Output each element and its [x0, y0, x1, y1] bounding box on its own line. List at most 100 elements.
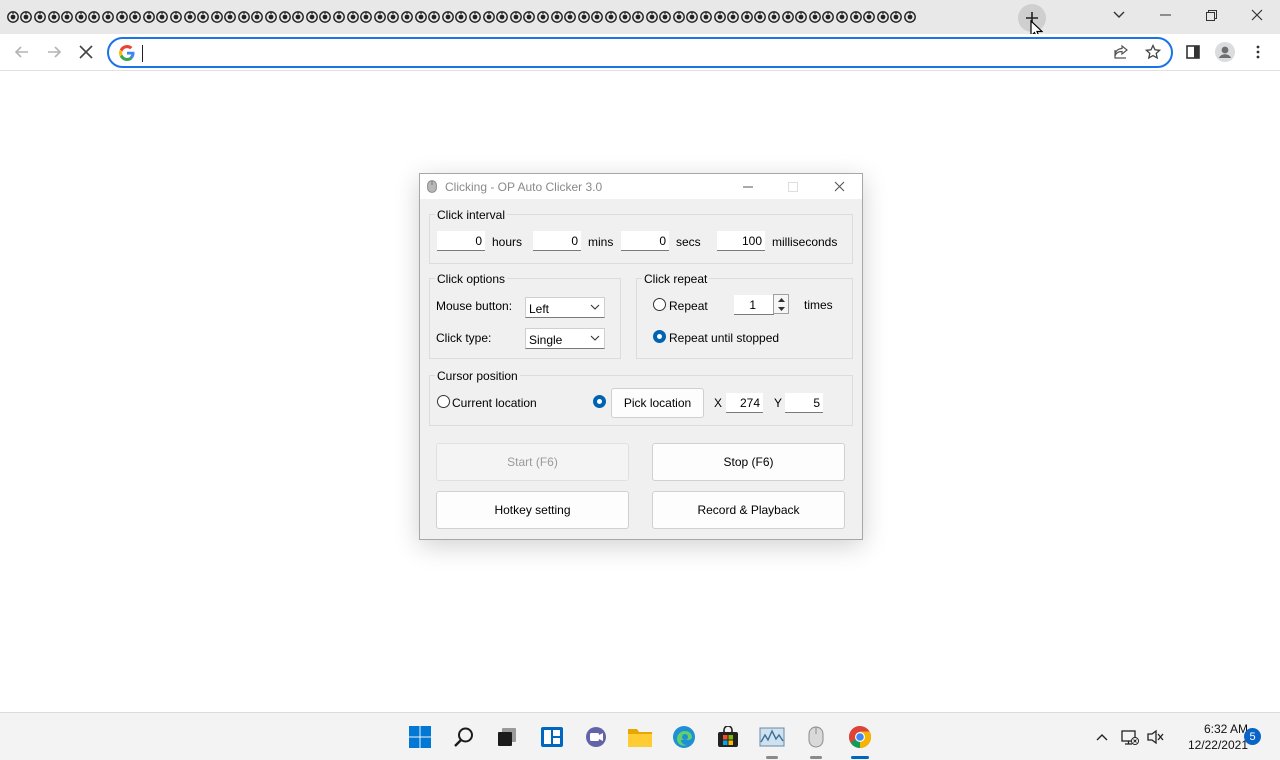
share-button[interactable]: [1113, 44, 1131, 62]
start-button[interactable]: Start (F6): [436, 443, 629, 481]
browser-tab[interactable]: [781, 8, 795, 26]
browser-tab[interactable]: [563, 8, 577, 26]
minimize-button[interactable]: [1142, 0, 1188, 30]
browser-tab[interactable]: [74, 8, 88, 26]
browser-tab[interactable]: [740, 8, 754, 26]
close-button[interactable]: [1234, 0, 1280, 30]
secs-input[interactable]: [621, 231, 669, 251]
resource-monitor-button[interactable]: [758, 723, 786, 751]
forward-button[interactable]: [42, 40, 66, 64]
browser-tab[interactable]: [414, 8, 428, 26]
repeat-count-spinner[interactable]: [773, 294, 789, 314]
browser-tab[interactable]: [291, 8, 305, 26]
browser-tab[interactable]: [767, 8, 781, 26]
task-view-button[interactable]: [493, 723, 521, 751]
repeat-until-stopped-radio[interactable]: [653, 330, 666, 343]
browser-tab[interactable]: [876, 8, 890, 26]
edge-button[interactable]: [670, 723, 698, 751]
browser-tab[interactable]: [754, 8, 768, 26]
browser-tab[interactable]: [319, 8, 333, 26]
mins-input[interactable]: [533, 231, 581, 251]
browser-tab[interactable]: [835, 8, 849, 26]
browser-tab[interactable]: [156, 8, 170, 26]
browser-tab[interactable]: [699, 8, 713, 26]
browser-tab[interactable]: [115, 8, 129, 26]
file-explorer-button[interactable]: [626, 723, 654, 751]
pick-location-button[interactable]: Pick location: [611, 388, 704, 418]
dialog-close-button[interactable]: [819, 174, 859, 199]
browser-tab[interactable]: [808, 8, 822, 26]
browser-tab[interactable]: [278, 8, 292, 26]
dialog-minimize-button[interactable]: [728, 174, 768, 199]
browser-tab[interactable]: [509, 8, 523, 26]
browser-tab[interactable]: [523, 8, 537, 26]
browser-tab[interactable]: [686, 8, 700, 26]
hours-input[interactable]: [437, 231, 485, 251]
browser-tab[interactable]: [550, 8, 564, 26]
browser-tab[interactable]: [822, 8, 836, 26]
browser-tab[interactable]: [645, 8, 659, 26]
browser-tab[interactable]: [373, 8, 387, 26]
browser-tab[interactable]: [890, 8, 904, 26]
repeat-radio[interactable]: [653, 298, 666, 311]
browser-tab[interactable]: [849, 8, 863, 26]
browser-tab[interactable]: [794, 8, 808, 26]
address-bar[interactable]: [107, 37, 1173, 68]
store-button[interactable]: [714, 723, 742, 751]
menu-button[interactable]: [1246, 40, 1270, 64]
show-hidden-icons-button[interactable]: [1092, 727, 1112, 747]
chrome-button[interactable]: [846, 723, 874, 751]
volume-button[interactable]: [1146, 727, 1166, 747]
taskbar-clock[interactable]: 6:32 AM 12/22/2021: [1168, 721, 1248, 753]
browser-tab[interactable]: [468, 8, 482, 26]
browser-tab[interactable]: [224, 8, 238, 26]
browser-tab[interactable]: [128, 8, 142, 26]
browser-tab[interactable]: [591, 8, 605, 26]
browser-tab[interactable]: [903, 8, 917, 26]
search-button[interactable]: [450, 723, 478, 751]
click-type-select[interactable]: Single: [525, 328, 605, 349]
x-coordinate-input[interactable]: [726, 393, 763, 413]
browser-tab[interactable]: [101, 8, 115, 26]
tab-search-button[interactable]: [1096, 0, 1142, 30]
browser-tab[interactable]: [427, 8, 441, 26]
window-titlebar[interactable]: Clicking - OP Auto Clicker 3.0: [420, 174, 862, 199]
omnibox-input[interactable]: [141, 42, 1101, 64]
back-button[interactable]: [10, 40, 34, 64]
browser-tab[interactable]: [88, 8, 102, 26]
browser-tab[interactable]: [183, 8, 197, 26]
browser-tab[interactable]: [264, 8, 278, 26]
browser-tab[interactable]: [713, 8, 727, 26]
browser-tab[interactable]: [604, 8, 618, 26]
milliseconds-input[interactable]: [717, 231, 765, 251]
current-location-radio[interactable]: [437, 395, 450, 408]
browser-tab[interactable]: [672, 8, 686, 26]
browser-tab[interactable]: [6, 8, 20, 26]
browser-tab[interactable]: [495, 8, 509, 26]
pick-location-radio[interactable]: [593, 395, 606, 408]
profile-button[interactable]: [1213, 40, 1237, 64]
stop-loading-button[interactable]: [74, 40, 98, 64]
browser-tab[interactable]: [33, 8, 47, 26]
restore-button[interactable]: [1188, 0, 1234, 30]
browser-tab[interactable]: [359, 8, 373, 26]
mouse-button-select[interactable]: Left: [525, 297, 605, 318]
browser-tab[interactable]: [441, 8, 455, 26]
chat-button[interactable]: [582, 723, 610, 751]
browser-tab[interactable]: [862, 8, 876, 26]
browser-tab[interactable]: [387, 8, 401, 26]
browser-tab[interactable]: [631, 8, 645, 26]
browser-tab[interactable]: [251, 8, 265, 26]
spin-down-button[interactable]: [774, 304, 788, 313]
auto-clicker-taskbar-button[interactable]: [802, 723, 830, 751]
browser-tab[interactable]: [536, 8, 550, 26]
browser-tab[interactable]: [142, 8, 156, 26]
spin-up-button[interactable]: [774, 295, 788, 304]
notification-badge[interactable]: 5: [1244, 728, 1261, 745]
start-button[interactable]: [406, 723, 434, 751]
browser-tab[interactable]: [196, 8, 210, 26]
browser-tab[interactable]: [169, 8, 183, 26]
y-coordinate-input[interactable]: [785, 393, 823, 413]
side-panel-button[interactable]: [1181, 40, 1205, 64]
browser-tab[interactable]: [237, 8, 251, 26]
